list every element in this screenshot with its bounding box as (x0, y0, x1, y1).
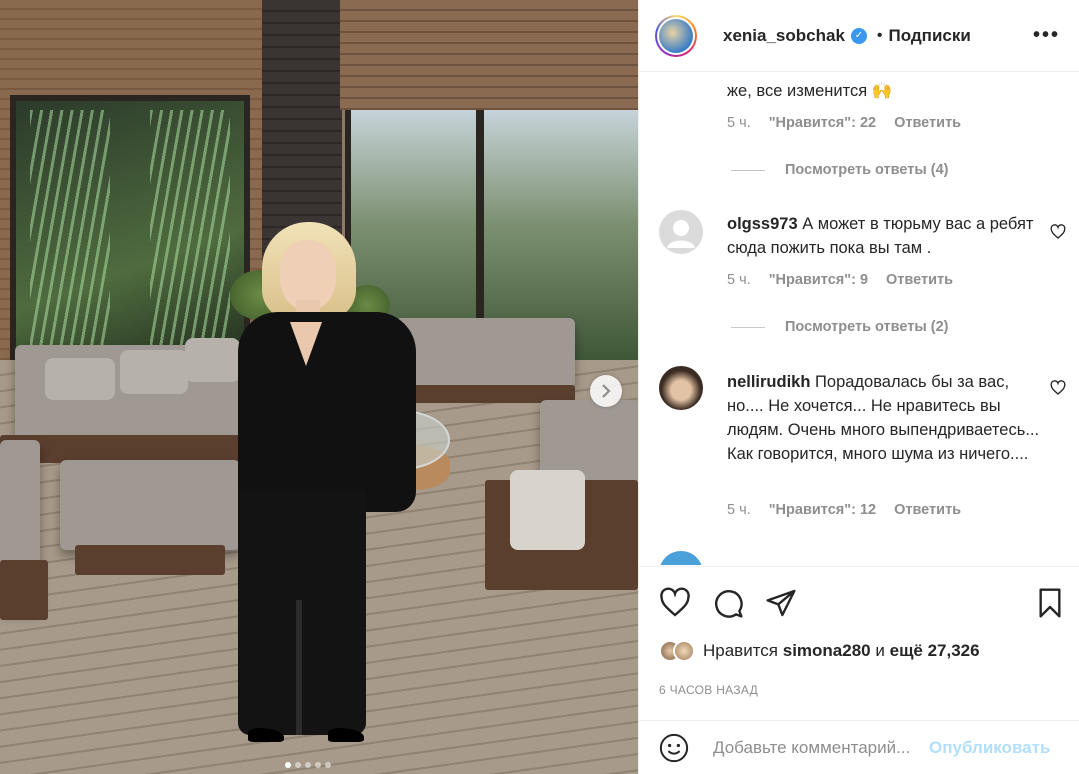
reply-button[interactable]: Ответить (894, 502, 961, 518)
macrame-curtain (30, 110, 110, 360)
divider-line (731, 326, 765, 328)
commenter-avatar[interactable] (659, 210, 703, 254)
comment-body: nellirudikh Порадовалась бы за вас, но..… (727, 370, 1047, 466)
comment-likes[interactable]: "Нравится": 22 (769, 115, 876, 131)
heart-icon[interactable] (1050, 380, 1066, 396)
comment-time: 5 ч. (727, 272, 751, 288)
post-timestamp[interactable]: 6 ЧАСОВ НАЗАД (659, 683, 758, 697)
sofa-back (395, 318, 575, 388)
publish-button[interactable]: Опубликовать (929, 738, 1050, 758)
likes-prefix: Нравится (703, 641, 779, 660)
bookmark-icon[interactable] (1034, 587, 1066, 619)
ottoman-base (75, 545, 225, 575)
neckline (290, 322, 322, 366)
add-comment-bar: Опубликовать (639, 720, 1079, 774)
reply-button[interactable]: Ответить (894, 115, 961, 131)
carousel-dots (285, 762, 331, 768)
carousel-dot (315, 762, 321, 768)
default-avatar-icon (667, 220, 695, 248)
heart-icon[interactable] (1050, 224, 1066, 240)
likes-connector: и (875, 641, 885, 660)
commenter-avatar[interactable] (659, 366, 703, 410)
cushion (45, 358, 115, 400)
ottoman (60, 460, 240, 550)
carousel-dot (285, 762, 291, 768)
cushion (120, 350, 188, 394)
comment-likes[interactable]: "Нравится": 12 (769, 502, 876, 518)
author-avatar[interactable] (655, 14, 697, 57)
carousel-dot (295, 762, 301, 768)
macrame-curtain (150, 110, 230, 360)
verified-badge-icon: ✓ (850, 27, 867, 44)
carousel-dot (325, 762, 331, 768)
avatar-image (659, 18, 693, 53)
comment-input[interactable] (713, 737, 923, 758)
likes-summary: Нравится simona280 и ещё 27,326 (659, 640, 980, 662)
likes-count[interactable]: ещё 27,326 (890, 641, 980, 661)
commenter-username[interactable]: nellirudikh (727, 373, 810, 391)
cushion (185, 338, 240, 382)
commenter-avatar[interactable] (659, 551, 703, 565)
divider-line (731, 169, 765, 171)
black-trousers (238, 490, 366, 735)
post-actions (639, 566, 1079, 636)
post-sidebar: xenia_sobchak ✓ • Подписки ••• же, все и… (638, 0, 1079, 774)
view-replies-label: Посмотреть ответы (2) (785, 319, 949, 335)
carousel-next-button[interactable] (590, 375, 622, 407)
comment-meta: 5 ч. "Нравится": 12 Ответить (727, 502, 961, 518)
wood-wall (340, 0, 638, 110)
more-options-icon[interactable]: ••• (1033, 24, 1060, 47)
post-header: xenia_sobchak ✓ • Подписки ••• (639, 0, 1079, 72)
view-replies-button[interactable]: Посмотреть ответы (4) (731, 162, 949, 178)
armchair-base (0, 560, 48, 620)
comment-meta: 5 ч. "Нравится": 22 Ответить (727, 115, 961, 131)
share-icon[interactable] (765, 587, 797, 619)
author-username[interactable]: xenia_sobchak (723, 26, 845, 46)
black-blazer (238, 312, 416, 512)
comments-list[interactable]: же, все изменится 🙌 5 ч. "Нравится": 22 … (639, 73, 1079, 565)
comment-time: 5 ч. (727, 502, 751, 518)
trouser-gap (296, 600, 302, 735)
comment-icon[interactable] (712, 587, 744, 619)
reply-button[interactable]: Ответить (886, 272, 953, 288)
comment-likes[interactable]: "Нравится": 9 (769, 272, 868, 288)
commenter-username[interactable]: olgss973 (727, 215, 798, 233)
view-replies-label: Посмотреть ответы (4) (785, 162, 949, 178)
liker-avatar[interactable] (673, 640, 695, 662)
chevron-right-icon (602, 384, 611, 398)
emoji-icon[interactable] (659, 733, 689, 763)
liker-avatars (659, 640, 695, 662)
separator-bullet: • (876, 26, 883, 44)
comment-time: 5 ч. (727, 115, 751, 131)
comment-meta: 5 ч. "Нравится": 9 Ответить (727, 272, 953, 288)
comment-text: же, все изменится 🙌 (727, 82, 893, 100)
carousel-dot (305, 762, 311, 768)
liker-username[interactable]: simona280 (783, 641, 871, 661)
post-photo[interactable] (0, 0, 638, 774)
following-button[interactable]: Подписки (889, 26, 971, 46)
comment-body: olgss973 А может в тюрьму вас а ребят сю… (727, 212, 1047, 260)
heart-icon[interactable] (659, 587, 691, 619)
view-replies-button[interactable]: Посмотреть ответы (2) (731, 319, 949, 335)
blanket (510, 470, 585, 550)
